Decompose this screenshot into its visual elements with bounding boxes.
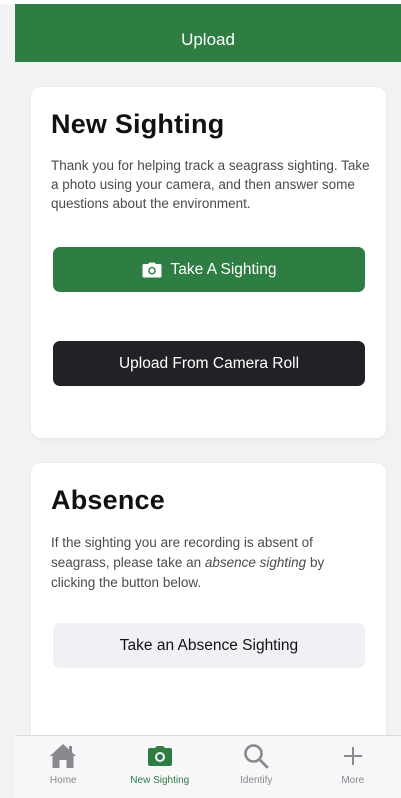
tab-home[interactable]: Home bbox=[15, 736, 112, 798]
tab-more[interactable]: More bbox=[305, 736, 401, 798]
tab-more-label: More bbox=[341, 775, 365, 786]
app-header: Upload bbox=[15, 4, 401, 62]
tab-identify[interactable]: Identify bbox=[208, 736, 305, 798]
home-icon bbox=[49, 742, 77, 770]
absence-description: If the sighting you are recording is abs… bbox=[51, 533, 351, 593]
tab-identify-label: Identify bbox=[240, 775, 273, 786]
new-sighting-description: Thank you for helping track a seagrass s… bbox=[51, 158, 370, 211]
camera-icon bbox=[142, 262, 162, 278]
take-absence-sighting-button[interactable]: Take an Absence Sighting bbox=[53, 623, 365, 668]
search-icon bbox=[243, 742, 269, 770]
plus-icon bbox=[342, 742, 364, 770]
new-sighting-card: New Sighting Thank you for helping track… bbox=[31, 87, 386, 438]
take-absence-sighting-label: Take an Absence Sighting bbox=[119, 636, 299, 654]
page-title: Upload bbox=[181, 30, 235, 49]
upload-camera-roll-label: Upload From Camera Roll bbox=[118, 354, 300, 372]
tab-new-sighting-label: New Sighting bbox=[130, 775, 190, 786]
tab-bar: Home New Sighting Identify More bbox=[15, 735, 401, 798]
take-sighting-button[interactable]: Take A Sighting bbox=[53, 247, 365, 292]
tab-home-label: Home bbox=[49, 775, 77, 786]
absence-text-emphasis: absence sighting bbox=[204, 555, 307, 570]
absence-card: Absence If the sighting you are recordin… bbox=[31, 463, 386, 763]
absence-title: Absence bbox=[51, 485, 165, 515]
upload-camera-roll-button[interactable]: Upload From Camera Roll bbox=[53, 341, 365, 386]
camera-icon bbox=[147, 742, 173, 770]
take-sighting-label: Take A Sighting bbox=[170, 260, 277, 278]
new-sighting-title: New Sighting bbox=[51, 109, 225, 139]
tab-new-sighting[interactable]: New Sighting bbox=[112, 736, 209, 798]
